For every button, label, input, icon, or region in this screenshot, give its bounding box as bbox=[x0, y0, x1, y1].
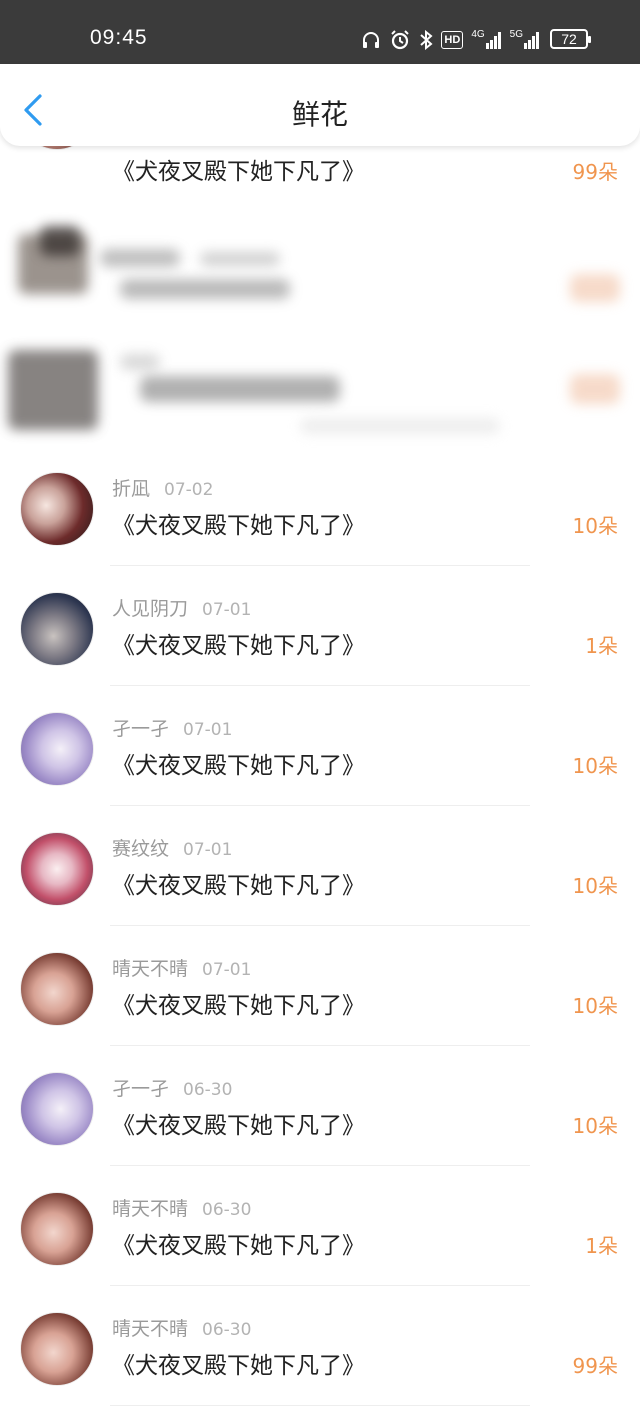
list-item[interactable]: 赛纹纹 07-01 《犬夜叉殿下她下凡了》 10朵 bbox=[0, 806, 640, 926]
flower-amount: 10朵 bbox=[572, 514, 618, 538]
battery-level: 72 bbox=[561, 31, 577, 47]
send-date: 06-30 bbox=[202, 1200, 252, 1220]
flower-amount: 10朵 bbox=[572, 1114, 618, 1138]
redacted-text bbox=[100, 249, 180, 267]
redacted-avatar-detail bbox=[40, 226, 80, 256]
list-item[interactable]: 人见阴刀 07-01 《犬夜叉殿下她下凡了》 1朵 bbox=[0, 566, 640, 686]
page-title: 鲜花 bbox=[291, 98, 348, 131]
sender-name: 赛纹纹 bbox=[112, 838, 170, 860]
redacted-text bbox=[120, 354, 160, 370]
divider bbox=[110, 1405, 530, 1406]
flower-amount: 1朵 bbox=[585, 1234, 618, 1258]
list-item[interactable]: 孑一孑 06-30 《犬夜叉殿下她下凡了》 10朵 bbox=[0, 1046, 640, 1166]
sender-line: 折凪 07-02 bbox=[112, 474, 213, 501]
avatar bbox=[20, 1072, 94, 1146]
sender-name: 晴天不晴 bbox=[112, 1198, 189, 1220]
sender-name: 折凪 bbox=[112, 478, 151, 500]
avatar bbox=[20, 592, 94, 666]
sender-line: 孑一孑 07-01 bbox=[112, 714, 232, 741]
redacted-text bbox=[140, 376, 340, 402]
send-date: 06-30 bbox=[202, 1320, 252, 1340]
avatar bbox=[20, 472, 94, 546]
flower-amount: 10朵 bbox=[572, 994, 618, 1018]
list-item[interactable]: 晴天不晴 07-01 《犬夜叉殿下她下凡了》 10朵 bbox=[0, 926, 640, 1046]
headphones-icon bbox=[361, 29, 381, 51]
avatar bbox=[20, 952, 94, 1026]
flower-amount: 99朵 bbox=[572, 1354, 618, 1378]
sender-name: 晴天不晴 bbox=[112, 1318, 189, 1340]
signal-4g-label: 4G bbox=[471, 29, 485, 40]
flower-amount: 10朵 bbox=[572, 874, 618, 898]
sender-line: 晴天不晴 06-30 bbox=[112, 1194, 251, 1221]
avatar bbox=[20, 1312, 94, 1386]
status-icons: HD 4G 5G bbox=[361, 28, 540, 52]
book-title: 《犬夜叉殿下她下凡了》 bbox=[112, 1233, 365, 1259]
sender-name: 人见阴刀 bbox=[112, 598, 189, 620]
sender-line: 孑一孑 06-30 bbox=[112, 1074, 232, 1101]
flower-amount: 99朵 bbox=[572, 160, 618, 184]
sender-line: 赛纹纹 07-01 bbox=[112, 834, 232, 861]
redacted-list-item[interactable] bbox=[0, 326, 640, 451]
redacted-amount bbox=[570, 274, 620, 302]
list-item[interactable]: 晴天不晴 06-30 《犬夜叉殿下她下凡了》 1朵 bbox=[0, 1166, 640, 1286]
book-title: 《犬夜叉殿下她下凡了》 bbox=[112, 993, 365, 1019]
send-date: 07-01 bbox=[183, 840, 233, 860]
redacted-text bbox=[200, 252, 280, 266]
redacted-avatar bbox=[8, 350, 98, 430]
book-title: 《犬夜叉殿下她下凡了》 bbox=[112, 513, 365, 539]
signal-5g-label: 5G bbox=[509, 29, 523, 40]
list-item[interactable]: 晴天不晴 06-30 《犬夜叉殿下她下凡了》 99朵 bbox=[0, 1286, 640, 1406]
sender-name: 晴天不晴 bbox=[112, 958, 189, 980]
book-title: 《犬夜叉殿下她下凡了》 bbox=[112, 1353, 365, 1379]
avatar bbox=[20, 1192, 94, 1266]
bluetooth-icon bbox=[419, 29, 433, 51]
list-item[interactable]: 折凪 07-02 《犬夜叉殿下她下凡了》 10朵 bbox=[0, 446, 640, 566]
book-title: 《犬夜叉殿下她下凡了》 bbox=[112, 1113, 365, 1139]
send-date: 07-02 bbox=[164, 480, 214, 500]
send-date: 07-01 bbox=[202, 600, 252, 620]
book-title: 《犬夜叉殿下她下凡了》 bbox=[112, 633, 365, 659]
send-date: 07-01 bbox=[183, 720, 233, 740]
battery-icon: 72 bbox=[550, 29, 591, 49]
sender-name: 孑一孑 bbox=[112, 1078, 170, 1100]
book-title: 《犬夜叉殿下她下凡了》 bbox=[112, 753, 365, 779]
status-bar: 09:45 HD 4G 5G 72 bbox=[0, 0, 640, 64]
status-time: 09:45 bbox=[90, 26, 148, 49]
flower-amount: 1朵 bbox=[585, 634, 618, 658]
sender-name: 孑一孑 bbox=[112, 718, 170, 740]
redacted-list-item[interactable] bbox=[0, 204, 640, 329]
signal-5g-icon: 5G bbox=[510, 29, 540, 51]
app-header: 鲜花 bbox=[0, 64, 640, 146]
redacted-text bbox=[300, 418, 500, 434]
avatar bbox=[20, 832, 94, 906]
send-date: 07-01 bbox=[202, 960, 252, 980]
book-title: 《犬夜叉殿下她下凡了》 bbox=[112, 873, 365, 899]
alarm-icon bbox=[389, 29, 411, 51]
book-title: 《犬夜叉殿下她下凡了》 bbox=[112, 159, 365, 185]
flower-amount: 10朵 bbox=[572, 754, 618, 778]
send-date: 06-30 bbox=[183, 1080, 233, 1100]
sender-line: 人见阴刀 07-01 bbox=[112, 594, 251, 621]
redacted-text bbox=[120, 279, 290, 299]
redacted-amount bbox=[570, 374, 620, 404]
list-item[interactable]: 孑一孑 07-01 《犬夜叉殿下她下凡了》 10朵 bbox=[0, 686, 640, 806]
signal-4g-icon: 4G bbox=[471, 29, 501, 51]
sender-line: 晴天不晴 07-01 bbox=[112, 954, 251, 981]
avatar bbox=[20, 712, 94, 786]
hd-icon: HD bbox=[441, 31, 464, 49]
sender-line: 晴天不晴 06-30 bbox=[112, 1314, 251, 1341]
